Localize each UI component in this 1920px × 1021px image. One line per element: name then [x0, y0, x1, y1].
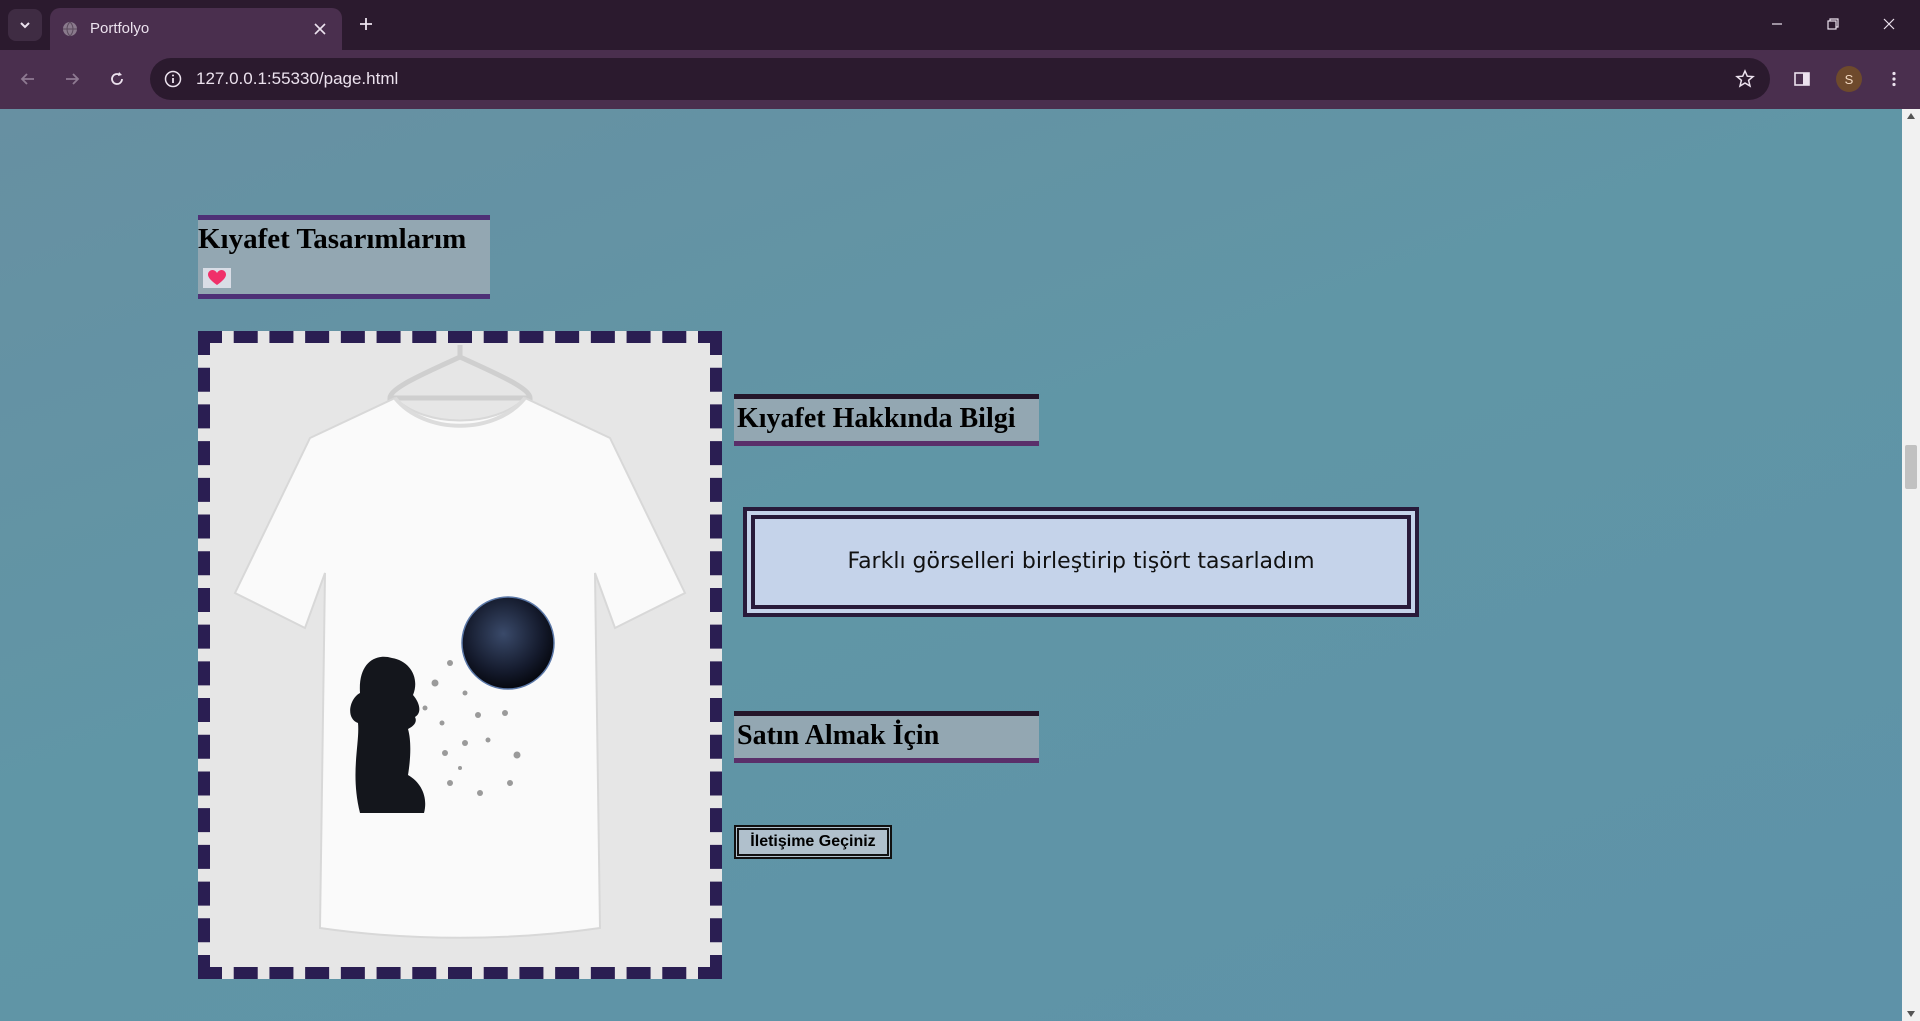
scroll-down-icon[interactable]: [1906, 1009, 1916, 1019]
scroll-up-icon[interactable]: [1906, 111, 1916, 121]
tab-search-button[interactable]: [8, 9, 42, 41]
info-text-box: Farklı görselleri birleştirip tişört tas…: [743, 507, 1419, 617]
new-tab-button[interactable]: [354, 12, 378, 36]
restore-icon: [1827, 18, 1839, 30]
side-panel-button[interactable]: [1786, 63, 1818, 95]
globe-icon: [63, 21, 77, 37]
arrow-right-icon: [66, 73, 80, 85]
tab-close-button[interactable]: [310, 19, 330, 39]
tshirt-image-frame: [198, 331, 722, 979]
menu-button[interactable]: [1878, 63, 1910, 95]
browser-toolbar: 127.0.0.1:55330/page.html S: [0, 50, 1920, 109]
tshirt-design-image: [210, 343, 710, 967]
address-bar[interactable]: 127.0.0.1:55330/page.html: [150, 58, 1770, 100]
contact-button[interactable]: İletişime Geçiniz: [734, 825, 892, 859]
site-info-icon[interactable]: [162, 68, 184, 90]
reload-button[interactable]: [101, 63, 133, 95]
heart-icon: [203, 268, 231, 288]
minimize-icon: [1772, 23, 1782, 25]
close-window-button[interactable]: [1866, 8, 1912, 40]
scroll-thumb[interactable]: [1905, 445, 1917, 489]
browser-titlebar: Portfolyo: [0, 0, 1920, 50]
reload-icon: [111, 72, 123, 85]
url-text: 127.0.0.1:55330/page.html: [196, 69, 399, 88]
vertical-scrollbar[interactable]: [1902, 109, 1920, 1021]
page-heading-box: Kıyafet Tasarımlarım: [198, 215, 490, 299]
page-title: Kıyafet Tasarımlarım: [198, 223, 467, 255]
profile-avatar[interactable]: S: [1836, 66, 1862, 92]
page-viewport: Kıyafet Tasarımlarım Kıyafet Hakkında Bi…: [0, 109, 1920, 1021]
close-icon: [314, 23, 326, 35]
back-button[interactable]: [12, 63, 44, 95]
info-section-title: Kıyafet Hakkında Bilgi: [734, 394, 1039, 446]
more-vertical-icon: [1892, 71, 1896, 87]
side-panel-icon: [1794, 72, 1810, 86]
plus-icon: [360, 18, 372, 30]
arrow-left-icon: [20, 73, 34, 85]
minimize-button[interactable]: [1754, 8, 1800, 40]
close-icon: [1883, 18, 1895, 30]
browser-tab[interactable]: Portfolyo: [50, 8, 342, 50]
info-text: Farklı görselleri birleştirip tişört tas…: [847, 549, 1315, 574]
buy-section-title: Satın Almak İçin: [734, 711, 1039, 763]
chevron-down-icon: [20, 22, 30, 29]
restore-button[interactable]: [1810, 8, 1856, 40]
forward-button[interactable]: [56, 63, 88, 95]
bookmark-star-icon[interactable]: [1734, 68, 1756, 90]
tab-title: Portfolyo: [90, 20, 150, 37]
